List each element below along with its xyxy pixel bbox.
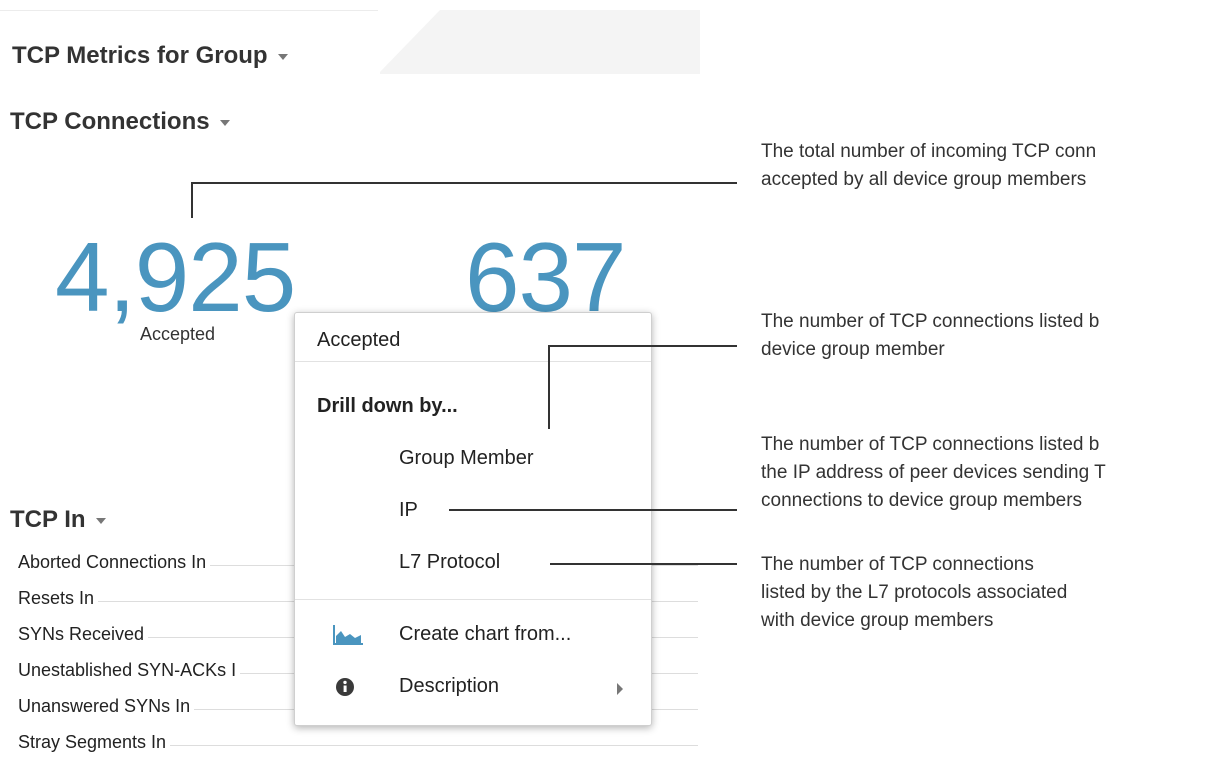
chevron-down-icon xyxy=(219,119,230,126)
info-icon xyxy=(335,677,355,697)
metric-label: Unestablished SYN-ACKs I xyxy=(18,660,241,680)
drill-down-label: Drill down by... xyxy=(317,395,458,417)
area-chart-icon xyxy=(331,623,365,647)
annotation-group-member: The number of TCP connections listed b d… xyxy=(761,308,1099,364)
metric-label: Unanswered SYNs In xyxy=(18,696,195,716)
menu-item-l7-protocol[interactable]: L7 Protocol xyxy=(399,551,500,574)
annotation-line: listed by the L7 protocols associated xyxy=(761,582,1068,603)
accepted-value[interactable]: 4,925 xyxy=(55,228,296,326)
annotation-line: The number of TCP connections listed b xyxy=(761,434,1100,455)
callout-line xyxy=(191,182,193,218)
tcp-in-title: TCP In xyxy=(10,506,86,533)
annotation-line: connections to device group members xyxy=(761,490,1083,511)
tcp-in-heading[interactable]: TCP In xyxy=(10,506,106,534)
context-menu: Accepted Drill down by... Group Member I… xyxy=(294,312,652,726)
menu-item-ip[interactable]: IP xyxy=(399,499,418,522)
metric-row[interactable]: Stray Segments In xyxy=(18,732,698,764)
menu-item-group-member[interactable]: Group Member xyxy=(399,447,534,470)
callout-line xyxy=(191,182,737,184)
annotation-ip: The number of TCP connections listed b t… xyxy=(761,431,1106,515)
annotation-line: device group member xyxy=(761,339,945,360)
annotation-line: with device group members xyxy=(761,610,994,631)
tcp-connections-title: TCP Connections xyxy=(10,108,210,135)
metric-label: Aborted Connections In xyxy=(18,552,211,572)
menu-item-create-chart[interactable]: Create chart from... xyxy=(399,623,571,646)
callout-line xyxy=(548,345,737,347)
chevron-down-icon xyxy=(95,517,106,524)
chevron-right-icon xyxy=(617,683,623,695)
menu-header: Accepted xyxy=(317,329,401,351)
metric-label: Stray Segments In xyxy=(18,732,171,752)
annotation-line: The total number of incoming TCP conn xyxy=(761,141,1097,162)
annotation-line: the IP address of peer devices sending T xyxy=(761,462,1106,483)
callout-line xyxy=(548,345,550,429)
callout-line xyxy=(449,509,737,511)
tab-title[interactable]: TCP Metrics for Group xyxy=(12,42,288,70)
annotation-line: accepted by all device group members xyxy=(761,169,1087,190)
metric-label: Resets In xyxy=(18,588,99,608)
callout-line xyxy=(550,563,737,565)
tab-slant xyxy=(378,10,440,74)
annotation-line: The number of TCP connections xyxy=(761,554,1034,575)
menu-separator xyxy=(295,361,651,362)
annotation-line: The number of TCP connections listed b xyxy=(761,311,1100,332)
accepted-label: Accepted xyxy=(140,324,216,344)
menu-separator xyxy=(295,599,651,600)
tcp-connections-heading[interactable]: TCP Connections xyxy=(10,108,230,136)
menu-item-description[interactable]: Description xyxy=(399,675,499,698)
tab-title-label: TCP Metrics for Group xyxy=(12,42,268,69)
annotation-l7-protocol: The number of TCP connections listed by … xyxy=(761,551,1067,635)
tab-strip: TCP Metrics for Group xyxy=(0,10,700,75)
annotation-total-accepted: The total number of incoming TCP conn ac… xyxy=(761,138,1096,194)
metric-label: SYNs Received xyxy=(18,624,149,644)
chevron-down-icon xyxy=(277,53,288,60)
